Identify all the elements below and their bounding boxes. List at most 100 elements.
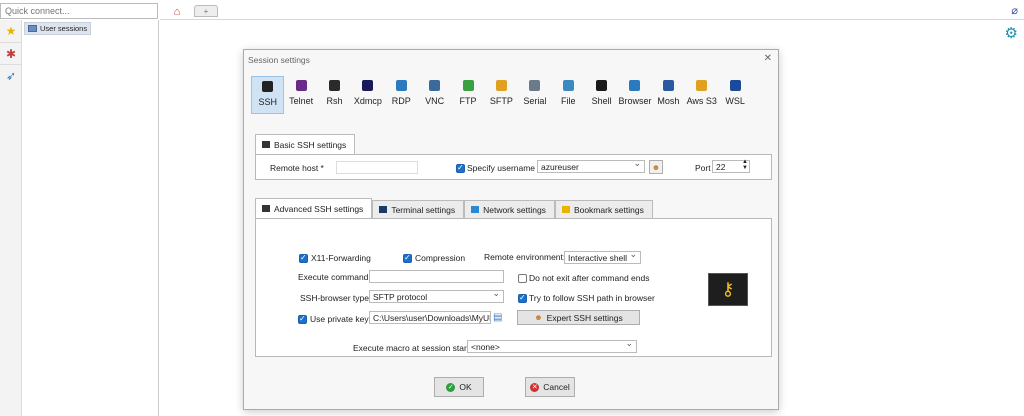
close-icon[interactable]: ✕ [764,53,772,64]
remote-host-label: Remote host * [270,163,324,173]
tab-label: Terminal settings [391,204,456,215]
new-tab-button[interactable]: + [194,5,218,17]
protocol-ssh[interactable]: SSH [251,76,285,114]
compression-checkbox[interactable] [403,253,412,263]
check-icon: ✓ [446,382,456,392]
home-tab-icon[interactable]: ⌂ [168,4,186,19]
vnc-icon [429,80,441,91]
protocol-vnc[interactable]: VNC [418,76,451,114]
file-browse-icon[interactable]: ▤ [493,312,502,323]
remote-host-input[interactable] [336,161,418,174]
ssh-icon [262,141,270,148]
terminal-icon [379,206,388,213]
rsh-icon [328,80,340,91]
user-icon: ☻ [534,313,543,322]
wsl-icon [729,80,741,91]
quick-connect-input[interactable] [0,3,158,19]
cancel-icon: ✕ [530,382,540,392]
protocol-label: Shell [591,96,612,106]
rdp-icon [395,80,407,91]
tab-label: Advanced SSH settings [274,203,364,214]
remote-environment-combo[interactable]: Interactive shell [564,251,641,264]
x11-forwarding-label: X11-Forwarding [311,253,371,263]
protocol-label: File [560,96,576,106]
specify-username-checkbox[interactable] [456,163,465,173]
protocol-serial[interactable]: Serial [518,76,551,114]
username-combo[interactable]: azureuser [537,160,645,173]
paperclip-icon[interactable]: ⌀ [1011,4,1018,17]
protocol-aws-s3[interactable]: Aws S3 [685,76,718,114]
protocol-rsh[interactable]: Rsh [318,76,351,114]
xdmcp-icon [362,80,374,91]
tab-basic-ssh-settings[interactable]: Basic SSH settings [255,134,356,154]
compression-label: Compression [415,253,466,263]
protocol-label: Telnet [289,96,314,106]
macros-icon[interactable]: ➶ [0,64,22,86]
ftp-icon [462,80,474,91]
file-icon [562,80,574,91]
private-key-path-input[interactable]: C:\Users\user\Downloads\MyUbur [369,311,491,324]
protocol-label: Xdmcp [353,96,382,106]
use-private-key-checkbox[interactable] [298,314,307,324]
tab-label: Network settings [483,204,546,215]
cancel-button[interactable]: ✕ Cancel [525,377,575,397]
specify-username-label: Specify username [467,163,536,173]
tab-bookmark-settings[interactable]: Bookmark settings [554,200,653,218]
do-not-exit-label: Do not exit after command ends [529,273,650,283]
tab-network-settings[interactable]: Network settings [464,200,555,218]
protocol-browser[interactable]: Browser [618,76,652,114]
tab-bar: ⌂ + ⌀ [160,0,1024,20]
ok-button[interactable]: ✓ OK [434,377,484,397]
protocol-wsl[interactable]: WSL [718,76,751,114]
serial-icon [529,80,541,91]
tab-label: Basic SSH settings [274,139,347,150]
protocol-rdp[interactable]: RDP [385,76,418,114]
do-not-exit-checkbox[interactable] [518,274,527,283]
execute-command-input[interactable] [369,270,504,283]
protocol-xdmcp[interactable]: Xdmcp [351,76,384,114]
tab-advanced-ssh-settings[interactable]: Advanced SSH settings [255,198,373,218]
ok-label: OK [459,382,472,392]
follow-ssh-path-checkbox[interactable] [518,293,527,303]
port-label: Port [695,163,711,173]
star-icon[interactable]: ★ [0,20,22,42]
expert-ssh-settings-label: Expert SSH settings [546,312,623,323]
tab-terminal-settings[interactable]: Terminal settings [372,200,465,218]
shell-icon [596,80,608,91]
aws-s3-icon [696,80,708,91]
user-sessions-label: User sessions [40,24,88,33]
sftp-icon [495,80,507,91]
x11-forwarding-checkbox[interactable] [299,253,308,263]
protocol-label: SFTP [489,96,513,106]
dialog-title: Session settings [248,55,310,65]
execute-macro-combo[interactable]: <none> [467,340,637,353]
folder-icon [28,25,37,32]
user-sessions-item[interactable]: User sessions [24,22,92,35]
session-settings-dialog: Session settings ✕ SSH Telnet Rsh Xdmcp RDP V… [243,49,779,410]
protocol-shell[interactable]: Shell [585,76,618,114]
protocol-telnet[interactable]: Telnet [284,76,317,114]
ssh-browser-type-combo[interactable]: SFTP protocol [369,290,504,303]
advanced-settings-panel: X11-Forwarding Compression Remote enviro… [255,218,772,357]
protocol-label: Aws S3 [686,96,717,106]
protocol-label: Rsh [326,96,343,106]
execute-command-label: Execute command: [298,272,371,282]
gear-icon[interactable]: ⚙ [1005,24,1018,42]
cancel-label: Cancel [543,382,570,392]
execute-macro-label: Execute macro at session start: [353,343,472,353]
user-picker-button[interactable]: ☻ [649,160,663,174]
protocol-ftp[interactable]: FTP [451,76,484,114]
protocol-mosh[interactable]: Mosh [652,76,685,114]
protocol-sftp[interactable]: SFTP [485,76,518,114]
tools-icon[interactable]: ✱ [0,42,22,64]
ssh-browser-type-label: SSH-browser type: [300,293,372,303]
advanced-tabs: Advanced SSH settings Terminal settings Ne… [255,198,653,218]
expert-ssh-settings-button[interactable]: ☻ Expert SSH settings [517,310,640,325]
protocol-file[interactable]: File [552,76,585,114]
protocol-label: RDP [391,96,411,106]
remote-environment-label: Remote environment: [484,252,566,262]
network-icon [471,206,480,213]
basic-settings-panel: Remote host * Specify username azureuser… [255,154,772,180]
spinner-arrows-icon[interactable]: ▲ ▼ [742,159,748,171]
side-toolbar: ★ ✱ ➶ [0,20,22,416]
